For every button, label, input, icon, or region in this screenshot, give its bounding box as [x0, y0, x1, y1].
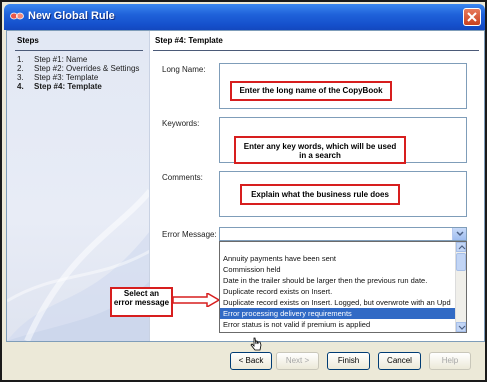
page-title: Step #4: Template [155, 36, 223, 45]
list-item[interactable] [220, 242, 456, 253]
divider [153, 50, 479, 51]
step-item: 2. Step #2: Overrides & Settings [17, 64, 140, 73]
app-icon [10, 12, 24, 20]
back-button[interactable]: < Back [230, 352, 272, 370]
finish-button[interactable]: Finish [327, 352, 370, 370]
button-bar: < Back Next > Finish Cancel Help [2, 342, 487, 382]
next-button[interactable]: Next > [276, 352, 319, 370]
keywords-label: Keywords: [162, 119, 200, 128]
long-name-label: Long Name: [162, 65, 206, 74]
chevron-down-icon [456, 231, 464, 237]
list-item-selected[interactable]: Error processing delivery requirements [220, 308, 456, 319]
select-error-callout: Select an error message [110, 287, 173, 317]
list-item[interactable]: Annuity payments have been sent [220, 253, 456, 264]
dropdown-button[interactable] [452, 228, 466, 240]
step-item: 3. Step #3: Template [17, 73, 99, 82]
list-item[interactable]: Error status is not valid if premium is … [220, 319, 456, 330]
help-button[interactable]: Help [429, 352, 471, 370]
error-message-options[interactable]: Annuity payments have been sent Commissi… [219, 241, 467, 333]
close-icon [467, 12, 477, 22]
chevron-down-icon [458, 325, 466, 330]
step-item-current: 4. Step #4: Template [17, 82, 102, 91]
list-scrollbar[interactable] [455, 242, 466, 332]
error-message-select[interactable] [219, 227, 467, 241]
error-message-label: Error Message: [162, 230, 217, 239]
scroll-down-button[interactable] [456, 322, 466, 332]
list-item[interactable]: Date in the trailer should be larger the… [220, 275, 456, 286]
long-name-callout: Enter the long name of the CopyBook [230, 81, 392, 101]
scroll-thumb[interactable] [456, 253, 466, 271]
window-title: New Global Rule [28, 10, 115, 22]
callout-arrow-icon [173, 293, 219, 307]
wizard-window: New Global Rule Steps 1. Step #1: Name 2.… [0, 0, 487, 382]
wizard-body: Steps 1. Step #1: Name 2. Step #2: Overrid… [6, 30, 485, 351]
comments-callout: Explain what the business rule does [240, 184, 400, 205]
title-bar[interactable]: New Global Rule [4, 4, 485, 30]
list-item[interactable]: Commission held [220, 264, 456, 275]
cancel-button[interactable]: Cancel [378, 352, 421, 370]
list-item[interactable]: Duplicate record exists on Insert. [220, 286, 456, 297]
keywords-callout: Enter any key words, which will be used … [234, 136, 406, 164]
close-button[interactable] [463, 8, 481, 26]
chevron-up-icon [458, 245, 466, 250]
scroll-up-button[interactable] [456, 242, 466, 252]
divider [15, 50, 143, 51]
list-item[interactable]: Duplicate record exists on Insert. Logge… [220, 297, 456, 308]
steps-header: Steps [17, 36, 39, 45]
comments-label: Comments: [162, 173, 203, 182]
step-item: 1. Step #1: Name [17, 55, 88, 64]
